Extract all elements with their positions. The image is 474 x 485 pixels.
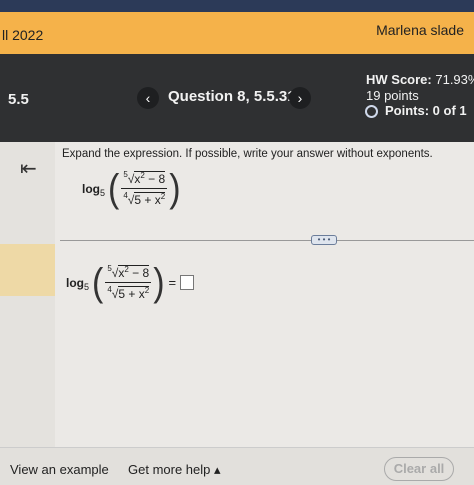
hw-points: 19 points (366, 88, 419, 103)
chevron-right-icon: › (297, 90, 303, 106)
answer-expression: log 5 ( 5√x2 − 8 4√5 + x2 ) = (66, 260, 195, 305)
answer-input[interactable] (180, 275, 195, 290)
hw-score: HW Score: 71.93%, (366, 72, 474, 87)
log-base: 5 (84, 281, 90, 292)
course-header: ll 2022 Marlena slade (0, 12, 474, 54)
fraction-denominator: 4√5 + x2 (107, 285, 150, 301)
user-name[interactable]: Marlena slade (376, 22, 464, 38)
course-title: ll 2022 (2, 27, 44, 43)
clear-all-button[interactable]: Clear all (384, 457, 454, 481)
fraction-numerator: 5√x2 − 8 (105, 264, 152, 283)
question-title[interactable]: Question 8, 5.5.31 (168, 88, 296, 105)
right-paren: ) (169, 166, 181, 211)
equals-sign: = (168, 275, 177, 290)
question-points: Points: 0 of 1 (385, 103, 467, 118)
top-strip (0, 0, 474, 12)
log-label: log (66, 275, 84, 290)
question-prompt: Expand the expression. If possible, writ… (62, 148, 433, 160)
left-paren: ( (108, 166, 120, 211)
fraction-numerator: 5√x2 − 8 (121, 170, 168, 189)
collapse-left-icon[interactable]: ⇤ (20, 156, 37, 181)
given-expression: log 5 ( 5√x2 − 8 4√5 + x2 ) (82, 166, 181, 211)
log-label: log (82, 181, 100, 196)
question-panel: ⇤ Expand the expression. If possible, wr… (0, 142, 474, 447)
section-divider (60, 240, 474, 241)
fraction-denominator: 4√5 + x2 (123, 191, 166, 207)
more-options-icon[interactable]: • • • (311, 235, 337, 245)
question-bar: 5.5 ‹ Question 8, 5.5.31 › HW Score: 71.… (0, 54, 474, 142)
hw-score-value: 71.93%, (435, 72, 474, 87)
right-paren: ) (153, 260, 165, 305)
section-number: 5.5 (8, 91, 29, 108)
log-base: 5 (100, 187, 106, 198)
previous-question-button[interactable]: ‹ (137, 87, 159, 109)
fraction: 5√x2 − 8 4√5 + x2 (105, 264, 152, 301)
chevron-left-icon: ‹ (145, 90, 151, 106)
next-question-button[interactable]: › (289, 87, 311, 109)
get-more-help-link[interactable]: Get more help ▴ (128, 462, 221, 478)
progress-circle-icon (365, 105, 378, 118)
footer-bar: View an example Get more help ▴ Clear al… (0, 447, 474, 485)
fraction: 5√x2 − 8 4√5 + x2 (121, 170, 168, 207)
left-paren: ( (92, 260, 104, 305)
left-column: ⇤ (0, 142, 55, 447)
view-example-link[interactable]: View an example (10, 462, 109, 477)
hw-score-label: HW Score: (366, 72, 432, 87)
answer-row-highlight (0, 244, 55, 296)
